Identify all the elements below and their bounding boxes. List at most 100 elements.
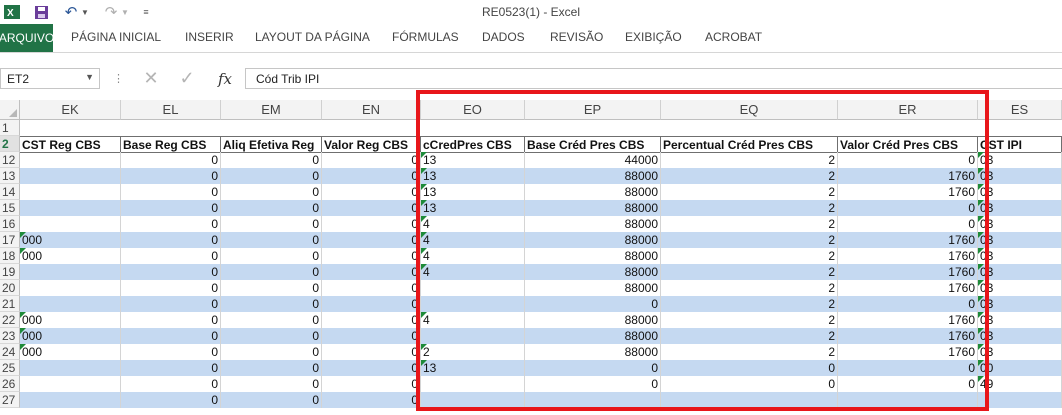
cell[interactable]: 03 [978, 264, 1062, 280]
tab-pagina-inicial[interactable]: PÁGINA INICIAL [71, 30, 161, 44]
cell[interactable]: 0 [121, 200, 221, 216]
enter-check-icon[interactable]: ✓ [172, 68, 202, 89]
cell[interactable]: 2 [661, 312, 838, 328]
row-header[interactable]: 24 [0, 344, 20, 360]
cell[interactable] [838, 392, 978, 408]
cell[interactable]: 0 [322, 376, 421, 392]
cell[interactable] [20, 296, 121, 312]
column-header-en[interactable]: EN [322, 100, 421, 120]
cell[interactable]: 1760 [838, 280, 978, 296]
cell[interactable]: 0 [838, 376, 978, 392]
column-header-el[interactable]: EL [121, 100, 221, 120]
cell[interactable]: 2 [661, 344, 838, 360]
cell[interactable]: 0 [221, 232, 322, 248]
row-header[interactable]: 18 [0, 248, 20, 264]
chevron-down-icon[interactable]: ▼ [85, 72, 94, 82]
cell[interactable]: 0 [838, 360, 978, 376]
cell[interactable]: 03 [978, 168, 1062, 184]
tab-inserir[interactable]: INSERIR [185, 30, 234, 44]
row-header[interactable]: 25 [0, 360, 20, 376]
formula-bar-grip-icon[interactable]: ⋮ [113, 72, 124, 85]
cell[interactable]: 0 [121, 392, 221, 408]
cell[interactable]: 0 [525, 376, 661, 392]
cell[interactable]: 0 [838, 200, 978, 216]
cell[interactable] [20, 216, 121, 232]
save-icon[interactable] [31, 3, 51, 21]
cell[interactable]: 0 [121, 328, 221, 344]
header-cell[interactable]: cCredPres CBS [421, 137, 525, 153]
cell[interactable]: 03 [978, 200, 1062, 216]
cell[interactable]: 0 [221, 264, 322, 280]
tab-arquivo[interactable]: ARQUIVO [0, 24, 54, 52]
cell[interactable]: 4 [421, 264, 525, 280]
cell[interactable]: 0 [221, 216, 322, 232]
cell[interactable]: 0 [121, 344, 221, 360]
cell[interactable]: 88000 [525, 312, 661, 328]
cell[interactable]: 1760 [838, 312, 978, 328]
cell[interactable]: 88000 [525, 264, 661, 280]
cell[interactable]: 0 [121, 232, 221, 248]
tab-acrobat[interactable]: ACROBAT [705, 30, 762, 44]
cell[interactable]: 0 [322, 280, 421, 296]
cell[interactable]: 0 [121, 264, 221, 280]
cell[interactable] [20, 360, 121, 376]
cell[interactable]: 0 [121, 296, 221, 312]
cell[interactable]: 0 [322, 344, 421, 360]
cell[interactable]: 0 [121, 216, 221, 232]
cell[interactable]: 2 [661, 328, 838, 344]
row-header[interactable]: 14 [0, 184, 20, 200]
name-box[interactable]: ET2 ▼ [0, 68, 100, 89]
header-cell[interactable]: Valor Reg CBS [322, 137, 421, 153]
cell[interactable]: 03 [978, 152, 1062, 168]
cell[interactable] [525, 392, 661, 408]
cell[interactable]: 0 [221, 312, 322, 328]
cell[interactable]: 13 [421, 184, 525, 200]
excel-logo-icon[interactable]: X [3, 3, 21, 21]
cell[interactable]: 03 [978, 296, 1062, 312]
row-header[interactable]: 26 [0, 376, 20, 392]
cell[interactable] [20, 392, 121, 408]
row-header[interactable]: 17 [0, 232, 20, 248]
redo-icon[interactable]: ↷ [102, 3, 120, 21]
cell[interactable] [20, 376, 121, 392]
cell[interactable]: 0 [322, 312, 421, 328]
cell[interactable]: 03 [978, 328, 1062, 344]
cell[interactable]: 03 [978, 184, 1062, 200]
cell[interactable]: 4 [421, 248, 525, 264]
cell[interactable]: 2 [661, 184, 838, 200]
cell[interactable]: 0 [661, 360, 838, 376]
cell[interactable]: 0 [221, 344, 322, 360]
cell[interactable]: 0 [221, 200, 322, 216]
cell[interactable]: 1760 [838, 168, 978, 184]
cell[interactable]: 1760 [838, 232, 978, 248]
cell[interactable]: 13 [421, 168, 525, 184]
cell[interactable]: 0 [322, 200, 421, 216]
cell[interactable] [20, 264, 121, 280]
cell[interactable]: 0 [221, 392, 322, 408]
cell[interactable]: 88000 [525, 216, 661, 232]
cell[interactable]: 4 [421, 232, 525, 248]
undo-icon[interactable]: ↶ [62, 3, 80, 21]
column-header-ek[interactable]: EK [20, 100, 121, 120]
cell[interactable]: 88000 [525, 280, 661, 296]
cell[interactable]: 03 [978, 312, 1062, 328]
cell[interactable]: 0 [221, 248, 322, 264]
header-cell[interactable]: Base Reg CBS [121, 137, 221, 153]
row-header[interactable]: 21 [0, 296, 20, 312]
cell[interactable]: 13 [421, 200, 525, 216]
cell[interactable]: 2 [421, 344, 525, 360]
cell[interactable]: 88000 [525, 232, 661, 248]
cell[interactable]: 2 [661, 296, 838, 312]
cell[interactable]: 0 [838, 296, 978, 312]
cell[interactable]: 03 [978, 232, 1062, 248]
column-header-ep[interactable]: EP [525, 100, 661, 120]
cell[interactable]: 0 [221, 360, 322, 376]
cell[interactable] [20, 280, 121, 296]
cell[interactable]: 0 [221, 296, 322, 312]
cell[interactable]: 1760 [838, 264, 978, 280]
cell[interactable]: 0 [121, 248, 221, 264]
cell[interactable] [20, 184, 121, 200]
undo-dropdown-icon[interactable]: ▼ [80, 3, 90, 21]
formula-input[interactable]: Cód Trib IPI [245, 68, 1062, 89]
cell[interactable]: 2 [661, 264, 838, 280]
